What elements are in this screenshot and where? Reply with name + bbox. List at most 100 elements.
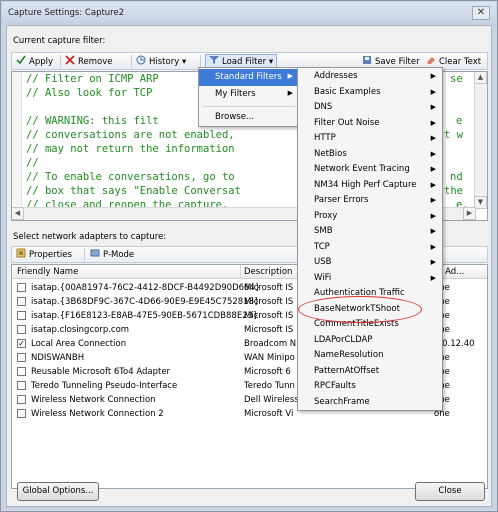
- menu-item-label: Addresses: [314, 71, 358, 81]
- global-options-button[interactable]: Global Options...: [17, 482, 99, 501]
- code-line: // conversations are not enabled,: [26, 129, 235, 141]
- adapter-checkbox[interactable]: [17, 395, 26, 404]
- submenu-arrow-icon: ▶: [430, 273, 436, 282]
- menu-item-filter[interactable]: TCP ▶: [298, 240, 442, 255]
- menu-item-filter[interactable]: SMB ▶: [298, 224, 442, 239]
- save-icon: [362, 55, 372, 65]
- load-filter-label: Load Filter: [222, 57, 267, 67]
- menu-item-label: Filter Out Noise: [314, 117, 380, 128]
- menu-item-browse[interactable]: Browse...: [199, 109, 299, 126]
- submenu-arrow-icon: ▶: [430, 118, 436, 127]
- adapter-checkbox[interactable]: [17, 297, 26, 306]
- scroll-up-icon[interactable]: ▲: [474, 72, 487, 84]
- column-divider[interactable]: [240, 265, 241, 279]
- column-description[interactable]: Description: [244, 267, 292, 277]
- toolbar-divider: [131, 55, 132, 68]
- close-button[interactable]: Close: [415, 482, 485, 501]
- history-label: History: [149, 57, 180, 67]
- menu-item-standard-filters[interactable]: Standard Filters ▶: [199, 69, 299, 86]
- adapter-name: Wireless Network Connection: [31, 395, 156, 405]
- adapter-checkbox-checked[interactable]: ✓: [17, 339, 26, 348]
- adapter-checkbox[interactable]: [17, 283, 26, 292]
- code-line-fragment: e: [456, 115, 463, 127]
- menu-item-filter[interactable]: NetBios ▶: [298, 147, 442, 162]
- menu-item-label: SMB: [314, 226, 333, 236]
- history-icon: [136, 55, 146, 65]
- adapter-description: Dell Wireless: [244, 395, 299, 405]
- title-bar[interactable]: Capture Settings: Capture2 ✕: [2, 2, 496, 24]
- code-line: // Also look for TCP: [26, 87, 153, 99]
- chevron-down-icon: ▾: [268, 57, 274, 67]
- menu-item-filter[interactable]: DNS ▶: [298, 100, 442, 115]
- menu-item-label: Network Event Tracing: [314, 164, 410, 174]
- properties-label: Properties: [29, 250, 72, 260]
- scroll-left-icon[interactable]: ◀: [12, 207, 24, 220]
- code-line: // may not return the information: [26, 143, 235, 155]
- menu-item-filter[interactable]: NM34 High Perf Capture ▶: [298, 178, 442, 193]
- window-title: Capture Settings: Capture2: [8, 8, 125, 18]
- menu-item-label: NameResolution: [314, 350, 384, 360]
- remove-icon: [65, 55, 75, 65]
- submenu-arrow-icon: ▶: [430, 258, 436, 266]
- close-window-button[interactable]: ✕: [472, 6, 490, 20]
- adapter-description: WAN Minipo: [244, 353, 295, 363]
- properties-button[interactable]: Properties: [16, 248, 72, 261]
- menu-item-label: NM34 High Perf Capture: [314, 179, 417, 190]
- menu-item-filter[interactable]: Basic Examples ▶: [298, 85, 442, 100]
- menu-item-filter[interactable]: HTTP ▶: [298, 131, 442, 146]
- scroll-right-icon[interactable]: ▶: [463, 207, 476, 220]
- adapter-checkbox[interactable]: [17, 367, 26, 376]
- clear-text-label: Clear Text: [439, 57, 482, 67]
- menu-item-filter[interactable]: Filter Out Noise ▶: [298, 116, 442, 131]
- pmode-button[interactable]: P-Mode: [90, 248, 134, 261]
- adapter-name: Reusable Microsoft 6To4 Adapter: [31, 367, 171, 377]
- adapter-checkbox[interactable]: [17, 311, 26, 320]
- network-card-icon: [90, 248, 100, 258]
- history-button[interactable]: History ▾: [136, 55, 186, 68]
- toolbar-divider: [84, 248, 85, 261]
- menu-item-filter[interactable]: Parser Errors ▶: [298, 193, 442, 208]
- adapter-checkbox[interactable]: [17, 353, 26, 362]
- toolbar-divider: [60, 55, 61, 68]
- menu-item-label: Standard Filters: [215, 72, 282, 82]
- adapters-label: Select network adapters to capture:: [13, 232, 167, 242]
- menu-item-filter[interactable]: PatternAtOffset: [298, 364, 442, 379]
- menu-item-my-filters[interactable]: My Filters ▶: [199, 86, 299, 103]
- adapter-description: Broadcom N: [244, 339, 297, 349]
- menu-item-label: TCP: [314, 241, 330, 252]
- adapter-description: Microsoft IS: [244, 283, 294, 293]
- code-line: // box that says "Enable Conversat: [26, 185, 241, 197]
- adapter-checkbox[interactable]: [17, 381, 26, 390]
- adapter-description: Microsoft IS: [244, 297, 294, 307]
- load-filter-button[interactable]: Load Filter ▾: [205, 54, 278, 68]
- pmode-label: P-Mode: [103, 250, 135, 260]
- apply-button[interactable]: Apply: [16, 55, 53, 68]
- submenu-arrow-icon: ▶: [287, 72, 293, 80]
- submenu-arrow-icon: ▶: [287, 89, 293, 97]
- menu-item-label: Browse...: [215, 112, 255, 122]
- adapter-checkbox[interactable]: [17, 409, 26, 418]
- menu-item-filter[interactable]: NameResolution: [298, 348, 442, 363]
- code-line: //: [26, 157, 39, 169]
- menu-item-filter[interactable]: Network Event Tracing ▶: [298, 162, 442, 177]
- menu-item-filter[interactable]: USB ▶: [298, 255, 442, 270]
- code-line-fragment: the: [444, 185, 463, 197]
- menu-item-label: SearchFrame: [314, 396, 370, 407]
- menu-item-filter[interactable]: SearchFrame: [298, 395, 442, 410]
- submenu-arrow-icon: ▶: [430, 149, 436, 158]
- adapter-description: Microsoft Vi: [244, 409, 294, 419]
- adapter-description: Microsoft IS: [244, 311, 294, 321]
- menu-item-filter[interactable]: LDAPorCLDAP: [298, 333, 442, 348]
- code-line-fragment: t w: [444, 129, 463, 141]
- adapter-name: NDISWANBH: [31, 353, 85, 363]
- column-friendly-name[interactable]: Friendly Name: [17, 267, 78, 277]
- apply-icon: [16, 55, 26, 65]
- editor-vertical-scrollbar[interactable]: ▲ ▼: [474, 72, 487, 209]
- menu-item-filter[interactable]: WiFi ▶: [298, 271, 442, 286]
- remove-button[interactable]: Remove: [65, 55, 113, 68]
- menu-item-filter[interactable]: Proxy ▶: [298, 209, 442, 224]
- menu-item-filter[interactable]: Addresses ▶: [298, 69, 442, 84]
- adapter-checkbox[interactable]: [17, 325, 26, 334]
- menu-item-filter[interactable]: RPCFaults: [298, 379, 442, 394]
- code-line: // Filter on ICMP ARP: [26, 73, 159, 85]
